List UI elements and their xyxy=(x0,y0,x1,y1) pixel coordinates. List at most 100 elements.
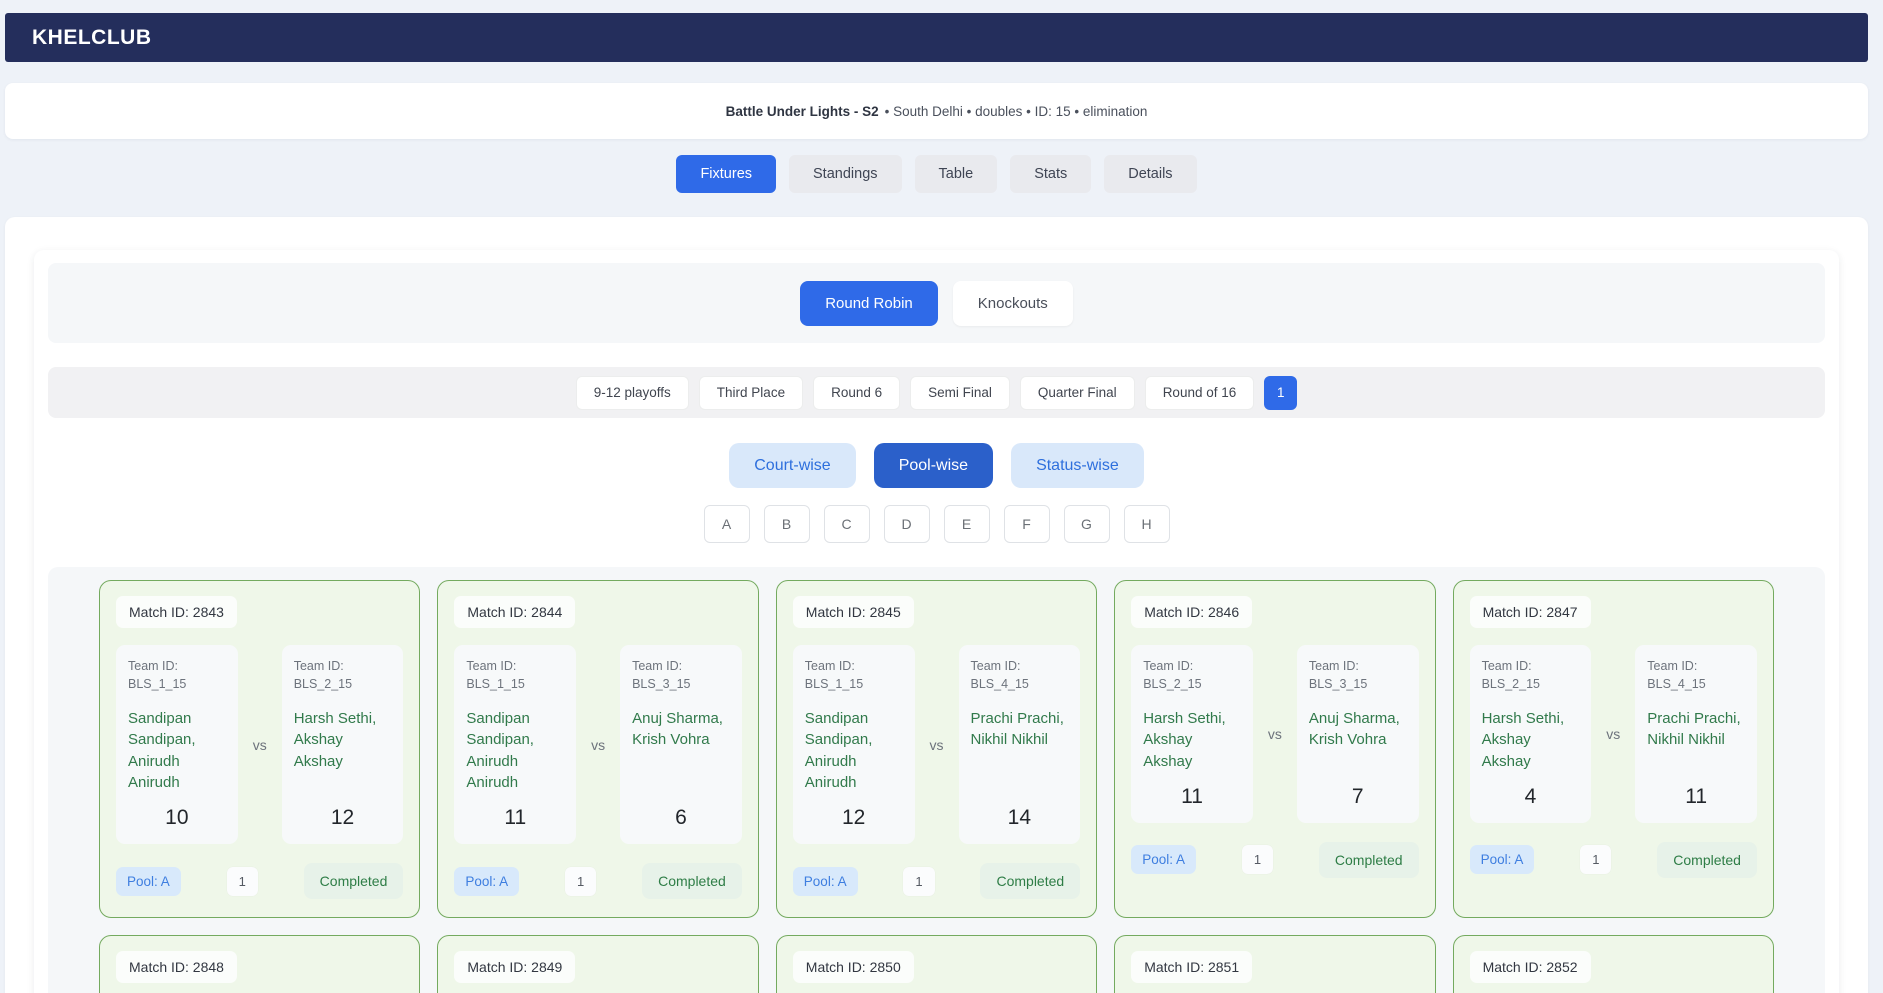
team-score: 6 xyxy=(632,793,730,830)
match-card: Match ID: 2847 Team ID: BLS_2_15 Harsh S… xyxy=(1453,580,1774,918)
court-wise-button[interactable]: Court-wise xyxy=(729,443,855,488)
team-name: Anuj Sharma, Krish Vohra xyxy=(632,708,730,751)
pool-filter-row: A B C D E F G H xyxy=(48,505,1825,543)
team-box: Team ID: BLS_3_15 Anuj Sharma, Krish Voh… xyxy=(1297,645,1419,823)
match-card: Match ID: 2849 Team ID: Team ID: xyxy=(437,935,758,993)
team-score: 11 xyxy=(1143,772,1241,809)
team-score: 4 xyxy=(1482,772,1580,809)
pool-filter-f[interactable]: F xyxy=(1004,505,1050,543)
vs-label: vs xyxy=(584,737,612,753)
tab-details[interactable]: Details xyxy=(1104,155,1196,193)
match-card: Match ID: 2850 Team ID: Team ID: xyxy=(776,935,1097,993)
team-box: Team ID: BLS_3_15 Anuj Sharma, Krish Voh… xyxy=(620,645,742,844)
stage-toggle-panel: Round Robin Knockouts xyxy=(48,263,1825,343)
team-id-label: Team ID: BLS_1_15 xyxy=(805,658,903,693)
team-score: 10 xyxy=(128,793,226,830)
card-footer: Pool: A 1 Completed xyxy=(1470,842,1757,878)
team-box: Team ID: BLS_1_15 Sandipan Sandipan, Ani… xyxy=(116,645,238,844)
status-badge: Completed xyxy=(642,863,742,899)
team-box: Team ID: BLS_4_15 Prachi Prachi, Nikhil … xyxy=(1635,645,1757,823)
team-id-label: Team ID: BLS_2_15 xyxy=(294,658,392,693)
pool-filter-g[interactable]: G xyxy=(1064,505,1110,543)
match-id-badge: Match ID: 2850 xyxy=(793,951,914,983)
pool-filter-a[interactable]: A xyxy=(704,505,750,543)
pool-filter-c[interactable]: C xyxy=(824,505,870,543)
match-id-badge: Match ID: 2843 xyxy=(116,596,237,628)
teams-row: Team ID: BLS_1_15 Sandipan Sandipan, Ani… xyxy=(793,645,1080,844)
card-footer: Pool: A 1 Completed xyxy=(793,863,1080,899)
teams-row: Team ID: BLS_1_15 Sandipan Sandipan, Ani… xyxy=(454,645,741,844)
tournament-info-bar: Battle Under Lights - S2 • South Delhi •… xyxy=(5,83,1868,139)
match-id-badge: Match ID: 2851 xyxy=(1131,951,1252,983)
pool-badge: Pool: A xyxy=(116,867,181,896)
round-filter-9-12-playoffs[interactable]: 9-12 playoffs xyxy=(576,376,689,410)
team-name: Prachi Prachi, Nikhil Nikhil xyxy=(1647,708,1745,751)
teams-row: Team ID: BLS_2_15 Harsh Sethi, Akshay Ak… xyxy=(1470,645,1757,823)
team-id-label: Team ID: BLS_4_15 xyxy=(1647,658,1745,693)
status-badge: Completed xyxy=(980,863,1080,899)
court-number-badge: 1 xyxy=(1580,845,1611,874)
court-number-badge: 1 xyxy=(903,867,934,896)
teams-row: Team ID: BLS_1_15 Sandipan Sandipan, Ani… xyxy=(116,645,403,844)
team-id-label: Team ID: BLS_3_15 xyxy=(632,658,730,693)
team-box: Team ID: BLS_1_15 Sandipan Sandipan, Ani… xyxy=(793,645,915,844)
status-badge: Completed xyxy=(1657,842,1757,878)
team-score: 12 xyxy=(294,793,392,830)
team-name: Harsh Sethi, Akshay Akshay xyxy=(1482,708,1580,772)
team-id-label: Team ID: BLS_2_15 xyxy=(1143,658,1241,693)
vs-label: vs xyxy=(923,737,951,753)
pool-filter-h[interactable]: H xyxy=(1124,505,1170,543)
pool-wise-button[interactable]: Pool-wise xyxy=(874,443,993,488)
match-panel: Match ID: 2843 Team ID: BLS_1_15 Sandipa… xyxy=(48,567,1825,993)
tab-fixtures[interactable]: Fixtures xyxy=(676,155,776,193)
pool-filter-e[interactable]: E xyxy=(944,505,990,543)
team-name: Sandipan Sandipan, Anirudh Anirudh xyxy=(128,708,226,793)
round-filter-1[interactable]: 1 xyxy=(1264,376,1297,410)
team-box: Team ID: BLS_1_15 Sandipan Sandipan, Ani… xyxy=(454,645,576,844)
team-name: Harsh Sethi, Akshay Akshay xyxy=(1143,708,1241,772)
teams-row: Team ID: BLS_2_15 Harsh Sethi, Akshay Ak… xyxy=(1131,645,1418,823)
pool-badge: Pool: A xyxy=(454,867,519,896)
tab-stats[interactable]: Stats xyxy=(1010,155,1091,193)
vs-label: vs xyxy=(1261,726,1289,742)
team-box: Team ID: BLS_2_15 Harsh Sethi, Akshay Ak… xyxy=(1131,645,1253,823)
round-filter-quarter-final[interactable]: Quarter Final xyxy=(1020,376,1135,410)
pool-badge: Pool: A xyxy=(1131,845,1196,874)
pool-badge: Pool: A xyxy=(1470,845,1535,874)
round-filter-round-6[interactable]: Round 6 xyxy=(813,376,900,410)
team-score: 7 xyxy=(1309,772,1407,809)
fixtures-inner-card: Round Robin Knockouts 9-12 playoffs Thir… xyxy=(34,250,1839,993)
team-box: Team ID: BLS_2_15 Harsh Sethi, Akshay Ak… xyxy=(282,645,404,844)
match-card: Match ID: 2848 Team ID: Team ID: xyxy=(99,935,420,993)
court-number-badge: 1 xyxy=(227,867,258,896)
round-filter-semi-final[interactable]: Semi Final xyxy=(910,376,1010,410)
tab-table[interactable]: Table xyxy=(915,155,998,193)
match-card: Match ID: 2845 Team ID: BLS_1_15 Sandipa… xyxy=(776,580,1097,918)
team-score: 14 xyxy=(971,793,1069,830)
match-card: Match ID: 2852 Team ID: Team ID: xyxy=(1453,935,1774,993)
pool-badge: Pool: A xyxy=(793,867,858,896)
page: KHELCLUB Battle Under Lights - S2 • Sout… xyxy=(0,0,1883,993)
tournament-name: Battle Under Lights - S2 xyxy=(726,104,879,119)
status-wise-button[interactable]: Status-wise xyxy=(1011,443,1144,488)
team-score: 11 xyxy=(466,793,564,830)
match-id-badge: Match ID: 2852 xyxy=(1470,951,1591,983)
match-card: Match ID: 2851 Team ID: Team ID: xyxy=(1114,935,1435,993)
round-robin-button[interactable]: Round Robin xyxy=(800,281,938,326)
round-filter-third-place[interactable]: Third Place xyxy=(699,376,803,410)
team-id-label: Team ID: BLS_2_15 xyxy=(1482,658,1580,693)
knockouts-button[interactable]: Knockouts xyxy=(953,281,1073,326)
round-filter-round-of-16[interactable]: Round of 16 xyxy=(1145,376,1255,410)
team-box: Team ID: BLS_4_15 Prachi Prachi, Nikhil … xyxy=(959,645,1081,844)
team-id-label: Team ID: BLS_1_15 xyxy=(128,658,226,693)
team-name: Anuj Sharma, Krish Vohra xyxy=(1309,708,1407,751)
match-card: Match ID: 2844 Team ID: BLS_1_15 Sandipa… xyxy=(437,580,758,918)
pool-filter-d[interactable]: D xyxy=(884,505,930,543)
match-id-badge: Match ID: 2847 xyxy=(1470,596,1591,628)
pool-filter-b[interactable]: B xyxy=(764,505,810,543)
card-footer: Pool: A 1 Completed xyxy=(116,863,403,899)
court-number-badge: 1 xyxy=(565,867,596,896)
vs-label: vs xyxy=(1599,726,1627,742)
tab-standings[interactable]: Standings xyxy=(789,155,902,193)
team-box: Team ID: BLS_2_15 Harsh Sethi, Akshay Ak… xyxy=(1470,645,1592,823)
